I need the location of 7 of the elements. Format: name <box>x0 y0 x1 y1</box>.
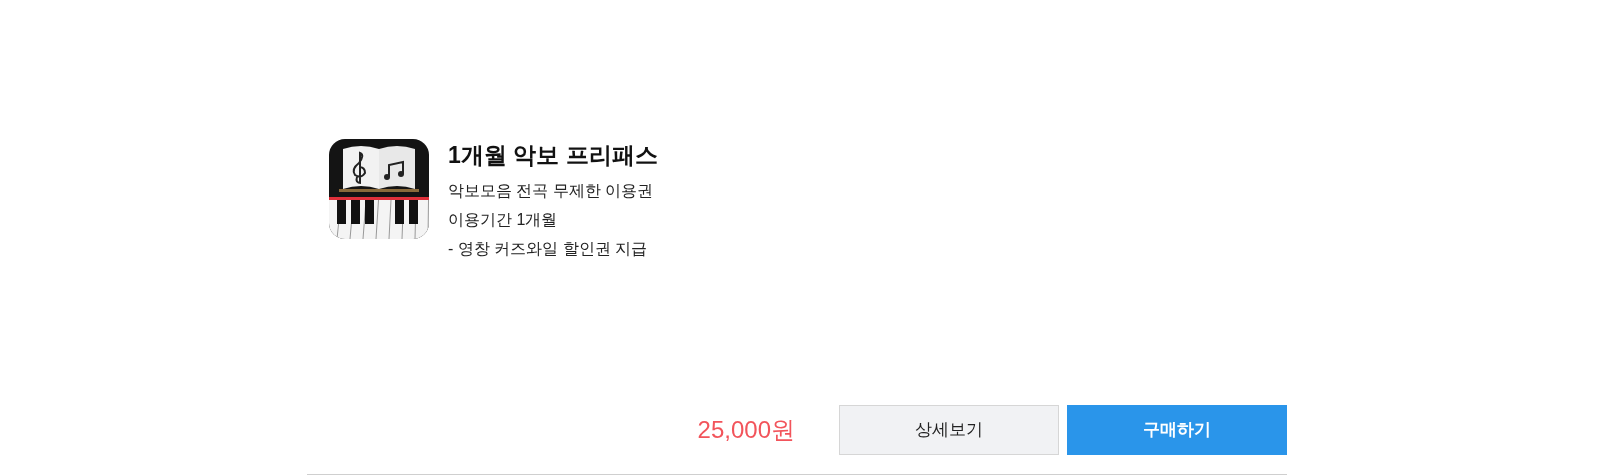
details-button[interactable]: 상세보기 <box>839 405 1059 455</box>
product-description: 이용기간 1개월 <box>448 210 559 230</box>
price: 25,000원 <box>697 415 795 445</box>
product-description: - 영창 커즈와일 할인권 지급 <box>448 239 649 259</box>
piano-sheet-music-icon <box>329 139 429 239</box>
product-description: 악보모음 전곡 무제한 이용권 <box>448 181 655 201</box>
product-title: 1개월 악보 프리패스 <box>448 141 658 170</box>
